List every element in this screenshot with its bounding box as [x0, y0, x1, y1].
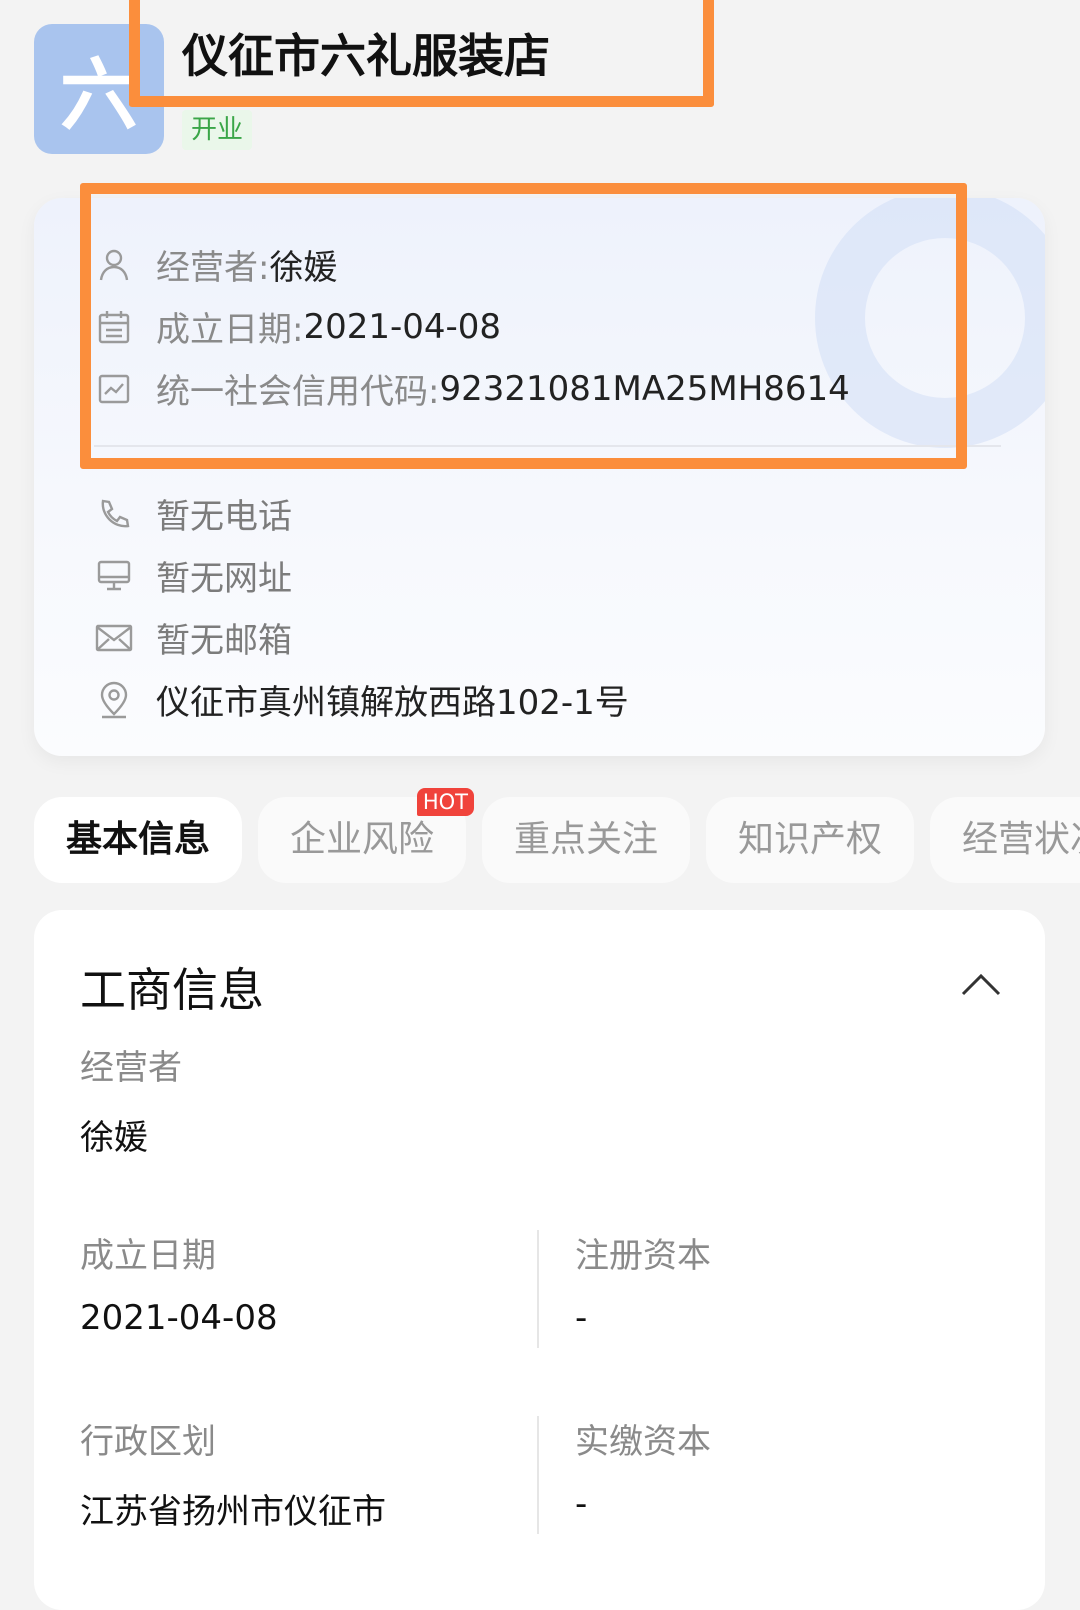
tab-enterprise-risk[interactable]: 企业风险 HOT [258, 788, 474, 883]
business-info-card: 工商信息 经营者 徐媛 成立日期 2021-04-08 注册资本 - 行政区划 … [34, 910, 1045, 1610]
column-divider [537, 1230, 539, 1348]
company-info-card: 经营者: 徐媛 成立日期: 2021-04-08 统一社会信用代码: 92321… [34, 198, 1045, 756]
chevron-up-icon[interactable] [961, 972, 1001, 996]
operator-value[interactable]: 徐媛 [269, 240, 337, 289]
address-row[interactable]: 仪征市真州镇解放西路102-1号 [94, 675, 629, 724]
website-value: 暂无网址 [156, 559, 292, 599]
operator-field-label: 经营者 [80, 1048, 182, 1088]
column-divider [537, 1416, 539, 1534]
operator-label: 经营者: [156, 248, 270, 288]
tab-intellectual-property[interactable]: 知识产权 [706, 797, 914, 883]
section-title: 工商信息 [80, 963, 264, 1017]
date-value: 2021-04-08 [303, 306, 502, 347]
operator-row: 经营者: 徐媛 [94, 240, 337, 289]
phone-icon [94, 494, 134, 534]
mail-icon [94, 618, 134, 658]
credit-code-value[interactable]: 92321081MA25MH8614 [439, 369, 849, 409]
status-badge: 开业 [182, 110, 253, 150]
paid-capital-field-value: - [575, 1484, 588, 1524]
tab-business-status[interactable]: 经营状况 [930, 797, 1080, 883]
capital-field-label: 注册资本 [575, 1236, 711, 1276]
date-label: 成立日期: [156, 310, 304, 350]
phone-row[interactable]: 暂无电话 [94, 489, 292, 538]
calendar-icon [94, 307, 134, 347]
phone-value: 暂无电话 [156, 497, 292, 537]
website-row[interactable]: 暂无网址 [94, 551, 292, 600]
date-row: 成立日期: 2021-04-08 [94, 302, 501, 351]
address-value: 仪征市真州镇解放西路102-1号 [156, 683, 629, 723]
tab-enterprise-risk-label: 企业风险 [289, 819, 434, 860]
operator-field-value[interactable]: 徐媛 [80, 1110, 148, 1159]
credit-code-label: 统一社会信用代码: [156, 372, 440, 412]
company-name: 仪征市六礼服装店 [182, 29, 550, 83]
tab-key-focus[interactable]: 重点关注 [482, 797, 690, 883]
person-icon [94, 245, 134, 285]
capital-field-value: - [575, 1298, 588, 1338]
region-field-value: 江苏省扬州市仪征市 [80, 1492, 386, 1532]
tab-basic-info[interactable]: 基本信息 [34, 797, 242, 883]
location-pin-icon [94, 680, 134, 720]
company-logo: 六 [34, 24, 164, 154]
divider [94, 445, 1001, 447]
license-icon [94, 369, 134, 409]
region-field-label: 行政区划 [80, 1422, 216, 1462]
monitor-icon [94, 556, 134, 596]
hot-badge: HOT [416, 788, 474, 816]
paid-capital-field-label: 实缴资本 [575, 1422, 711, 1462]
email-value: 暂无邮箱 [156, 621, 292, 661]
date-field-label: 成立日期 [80, 1236, 216, 1276]
email-row[interactable]: 暂无邮箱 [94, 613, 292, 662]
credit-code-row: 统一社会信用代码: 92321081MA25MH8614 [94, 364, 850, 413]
date-field-value: 2021-04-08 [80, 1298, 278, 1338]
